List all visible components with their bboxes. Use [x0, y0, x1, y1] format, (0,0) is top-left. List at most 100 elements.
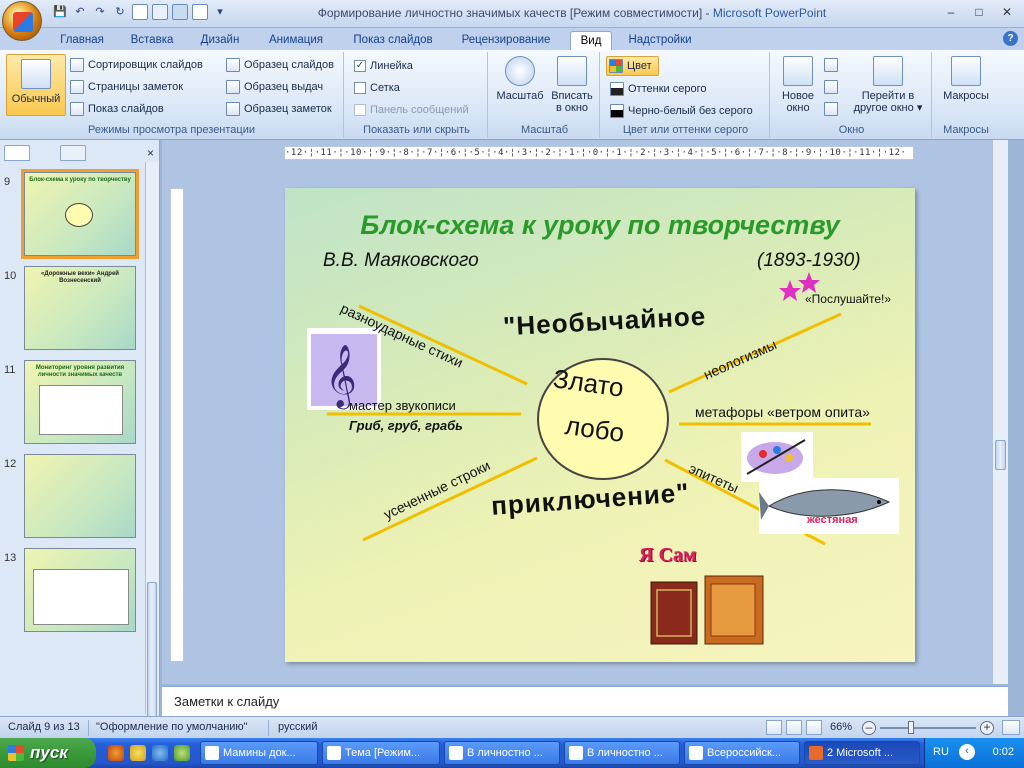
scrollbar-thumb[interactable] — [147, 582, 157, 732]
slide-thumbnail[interactable] — [24, 454, 136, 538]
clock[interactable]: 0:02 — [993, 746, 1014, 758]
thumb-number: 10 — [4, 270, 17, 282]
scrollbar-thumb[interactable] — [995, 440, 1006, 470]
theme-name[interactable]: "Оформление по умолчанию" — [96, 721, 248, 733]
black-white-button[interactable]: Черно-белый без серого — [610, 104, 753, 118]
outline-tab[interactable] — [60, 145, 86, 161]
taskbar-item[interactable]: Мамины док... — [200, 741, 318, 765]
switch-window-button[interactable]: Перейти в другое окно ▾ — [846, 56, 930, 114]
taskbar-item-label: Мамины док... — [223, 747, 296, 759]
normal-view-icon[interactable] — [766, 720, 782, 735]
message-bar-check-icon — [354, 104, 366, 116]
notes-placeholder[interactable]: Заметки к слайду — [174, 694, 279, 709]
slide-years[interactable]: (1893-1930) — [757, 250, 861, 272]
tab-animation[interactable]: Анимация — [262, 31, 330, 50]
close-panel-icon[interactable]: × — [147, 146, 154, 160]
tab-design[interactable]: Дизайн — [196, 31, 244, 50]
zoom-percent[interactable]: 66% — [830, 721, 852, 733]
new-window-label-2: окно — [786, 102, 810, 114]
media-icon[interactable] — [174, 745, 190, 761]
normal-view-button[interactable]: Обычный — [6, 54, 66, 116]
cascade-icon[interactable] — [824, 80, 838, 94]
zoom-label: Масштаб — [496, 90, 544, 102]
tray-expand-icon[interactable]: ‹ — [959, 744, 975, 760]
slide-sorter-button[interactable]: Сортировщик слайдов — [70, 58, 203, 72]
taskbar-item[interactable]: Тема [Режим... — [322, 741, 440, 765]
slideshow-button[interactable]: Показ слайдов — [70, 102, 164, 116]
slide-master-button[interactable]: Образец слайдов — [226, 58, 334, 72]
handout-master-button[interactable]: Образец выдач — [226, 80, 323, 94]
zoom-slider-handle[interactable] — [907, 721, 914, 734]
slide-sorter-icon — [70, 58, 84, 72]
notes-master-button[interactable]: Образец заметок — [226, 102, 332, 116]
fit-slide-icon[interactable] — [1002, 720, 1020, 735]
zoom-slider[interactable] — [880, 727, 976, 729]
zoom-button[interactable]: Масштаб — [494, 56, 546, 102]
grayscale-button[interactable]: Оттенки серого — [610, 82, 706, 96]
browser-icon[interactable] — [108, 745, 124, 761]
fit-to-window-button[interactable]: Вписать в окно — [546, 56, 598, 114]
slide-sorter-icon[interactable] — [786, 720, 802, 735]
minimize-button[interactable]: – — [938, 3, 964, 21]
slide-title[interactable]: Блок-схема к уроку по творчеству — [285, 210, 915, 241]
tab-slideshow[interactable]: Показ слайдов — [348, 31, 438, 50]
tab-addins[interactable]: Надстройки — [622, 31, 698, 50]
switch-window-label: Перейти в — [861, 90, 915, 102]
zoom-out-button[interactable]: – — [862, 721, 876, 735]
slide-thumbnail[interactable] — [24, 548, 136, 632]
slide-canvas[interactable]: 𝄞 Блок-схема к уроку по творчеству В.В. … — [285, 188, 915, 662]
tab-view[interactable]: Вид — [570, 31, 612, 50]
macros-icon — [951, 56, 981, 86]
slides-panel-scrollbar[interactable] — [145, 162, 159, 732]
slideshow-icon — [70, 102, 84, 116]
color-button[interactable]: Цвет — [606, 56, 659, 76]
desktop-icon[interactable] — [152, 745, 168, 761]
language-indicator[interactable]: русский — [278, 721, 317, 733]
arrange-all-icon[interactable] — [824, 58, 838, 72]
tab-home[interactable]: Главная — [56, 31, 108, 50]
tab-insert[interactable]: Вставка — [124, 31, 180, 50]
taskbar-item[interactable]: В личностно ... — [564, 741, 680, 765]
slides-tab[interactable] — [4, 145, 30, 161]
notes-page-label: Страницы заметок — [88, 81, 184, 93]
slide-thumbnail[interactable]: Мониторинг уровня развития личности знач… — [24, 360, 136, 444]
macros-button[interactable]: Макросы — [938, 56, 994, 102]
close-button[interactable]: ✕ — [994, 3, 1020, 21]
notes-pane[interactable]: Заметки к слайду — [162, 686, 1008, 716]
zhestyanaya-label[interactable]: жестяная — [807, 514, 858, 526]
zoom-in-button[interactable]: + — [980, 721, 994, 735]
start-button[interactable]: пуск — [0, 738, 96, 768]
maximize-button[interactable]: □ — [966, 3, 992, 21]
poslushaite-label[interactable]: «Послушайте!» — [805, 292, 891, 306]
vertical-scrollbar[interactable] — [992, 140, 1008, 684]
group-label-color: Цвет или оттенки серого — [622, 124, 749, 136]
help-icon[interactable]: ? — [1003, 31, 1018, 46]
taskbar-item[interactable]: 2 Microsoft ... — [804, 741, 920, 765]
slide-thumbnail[interactable]: «Дорожные вехи» Андрей Вознесенский — [24, 266, 136, 350]
grid-checkbox[interactable]: Сетка — [354, 82, 400, 94]
taskbar-item[interactable]: Всероссийск... — [684, 741, 800, 765]
slideshow-label: Показ слайдов — [88, 103, 164, 115]
vertical-ruler — [170, 188, 184, 662]
message-bar-checkbox[interactable]: Панель сообщений — [354, 104, 469, 116]
thumb-number: 12 — [4, 458, 17, 470]
ruler-checkbox[interactable]: ✓ Линейка — [354, 60, 413, 72]
tab-review[interactable]: Рецензирование — [454, 31, 558, 50]
paint-icon[interactable] — [130, 745, 146, 761]
branch-label[interactable]: метафоры «ветром опита» — [695, 404, 870, 420]
notes-page-button[interactable]: Страницы заметок — [70, 80, 183, 94]
taskbar-item[interactable]: В личностно ... — [444, 741, 560, 765]
color-icon — [609, 59, 623, 73]
keyboard-language[interactable]: RU — [933, 746, 949, 758]
branch-label[interactable]: Гриб, груб, грабь — [349, 418, 463, 433]
slide-author[interactable]: В.В. Маяковского — [323, 250, 479, 272]
move-split-icon[interactable] — [824, 102, 838, 116]
branch-label[interactable]: мастер звукописи — [349, 398, 456, 413]
start-label: пуск — [30, 743, 68, 762]
office-button[interactable] — [2, 1, 42, 41]
slide-thumbnail[interactable]: Блок-схема к уроку по творчеству — [21, 169, 139, 259]
ya-sam-label[interactable]: Я Сам — [639, 544, 697, 567]
window-controls: – □ ✕ — [938, 3, 1020, 21]
new-window-button[interactable]: Новое окно — [776, 56, 820, 114]
slideshow-icon[interactable] — [806, 720, 822, 735]
